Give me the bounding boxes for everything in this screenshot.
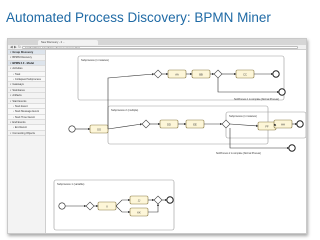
sidebar-item-label: Task [14, 72, 21, 76]
shape-icon: ▪ [13, 77, 14, 81]
task-label: HH [281, 122, 285, 126]
sequence-flow[interactable] [217, 78, 280, 94]
sidebar-item-label: Swimlanes [12, 88, 25, 92]
pool-label: Subprocess 2 (multiple) [111, 108, 138, 112]
sequence-flow[interactable] [229, 123, 259, 128]
sidebar-item-label: Activities [12, 67, 23, 71]
sequence-flow[interactable] [107, 123, 143, 130]
sidebar-item-label: Start Message Event [14, 110, 39, 114]
sidebar-item[interactable]: ▾Connecting Objects [8, 131, 45, 137]
task-label: AA [175, 72, 179, 76]
gateway[interactable] [141, 119, 151, 129]
end-event[interactable] [296, 120, 304, 128]
sidebar-item-label: Connecting Objects [12, 131, 35, 135]
task-label: FF [265, 124, 269, 128]
flow-label: SubProcess 1 is complete [Normal Process… [234, 98, 279, 101]
sidebar-item-label: Start Timer Event [14, 115, 35, 119]
task-label: GG [97, 127, 101, 131]
sidebar-item-label: BPMN 2.0 - Model [12, 61, 35, 65]
end-event[interactable] [166, 196, 174, 204]
gateway[interactable] [221, 119, 231, 129]
task-label: BB [199, 72, 203, 76]
gateway[interactable] [213, 69, 223, 79]
shape-icon: ▪ [13, 110, 14, 114]
sidebar-item-label: Collapsed Subprocess [14, 77, 41, 81]
shape-repository-panel: ▾Group Discovery ▾BPMN Discovery ▾BPMN 2.0… [8, 50, 46, 233]
pool-label: Subprocess (1 instance) [81, 58, 109, 62]
shape-icon: ▪ [13, 104, 14, 108]
end-event[interactable] [288, 144, 296, 152]
task-label: DD [167, 122, 171, 126]
start-event[interactable] [68, 125, 76, 133]
task-label: EE [193, 122, 197, 126]
task-label: KK [137, 210, 141, 214]
shape-icon: ▪ [13, 72, 14, 76]
sidebar-item-label: Start Events [12, 99, 27, 103]
sequence-flow[interactable] [115, 205, 131, 214]
flow-label: SubProcess 2 is complete [Normal Process… [216, 152, 261, 155]
task-label: CC [243, 72, 247, 76]
sidebar-item-label: End Events [12, 121, 26, 125]
gateway[interactable] [85, 201, 95, 211]
sidebar-item-label: End Event [14, 126, 27, 130]
end-event[interactable] [278, 88, 286, 96]
bpmn-diagram[interactable]: Subprocess (1 instance) Subprocess 2 (mul… [46, 50, 307, 234]
sidebar-item-label: Group Discovery [12, 51, 34, 54]
sidebar-item-label: BPMN Discovery [12, 56, 32, 60]
end-event[interactable] [272, 70, 280, 78]
address-bar[interactable]: localhost/bpmn-miner/bpmn-discovery-proc… [22, 45, 298, 50]
pool-label: Subprocess 1 (variable) [57, 182, 85, 186]
sidebar-item-label: Start Event [14, 104, 28, 108]
shape-icon: ▪ [13, 126, 14, 130]
slide-title: Automated Process Discovery: BPMN Miner [6, 10, 271, 25]
pool-label: Subprocess (1 instance) [229, 114, 257, 118]
sequence-flow[interactable] [115, 198, 131, 207]
sequence-flow[interactable] [148, 203, 160, 213]
gateway[interactable] [153, 195, 163, 205]
shape-icon: ▪ [13, 115, 14, 119]
app-screenshot: New Discovery - 2 ... ◀ ▶ ↻ localhost/bp… [7, 38, 307, 234]
start-event[interactable] [58, 202, 66, 210]
gateway[interactable] [153, 69, 163, 79]
sidebar-item-label: Gateways [12, 83, 24, 87]
sidebar-item-label: Artifacts [12, 94, 22, 98]
bpmn-canvas[interactable]: Subprocess (1 instance) Subprocess 2 (mul… [46, 50, 307, 234]
